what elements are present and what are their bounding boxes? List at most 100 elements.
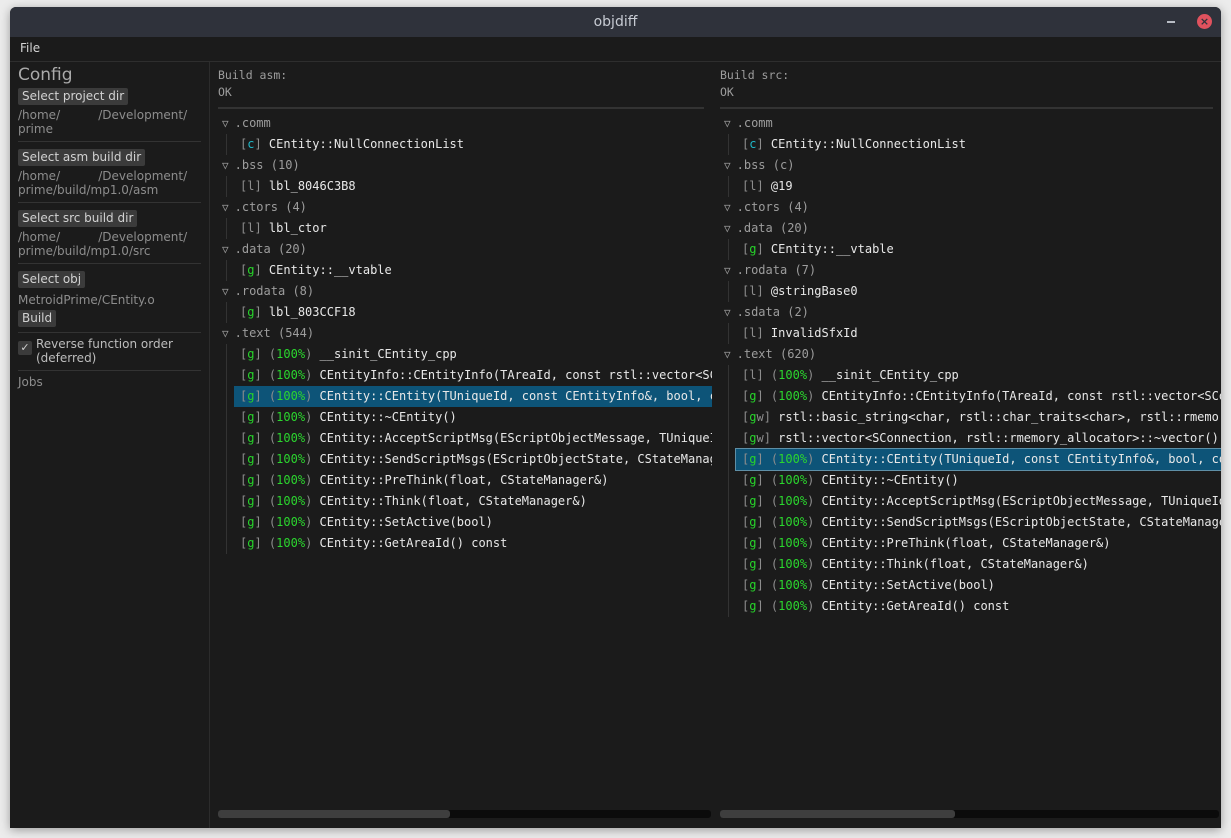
symbol-row[interactable]: [g] (100%) CEntity::AcceptScriptMsg(EScr… [240, 428, 712, 449]
section-header[interactable]: ▽ .text (620) [724, 344, 1221, 365]
symbol-row[interactable]: [g] (100%) CEntity::PreThink(float, CSta… [742, 533, 1221, 554]
config-sidebar: Config Select project dir /home/ /Develo… [10, 62, 210, 828]
section-header[interactable]: ▽ .bss (10) [222, 155, 712, 176]
section-header[interactable]: ▽ .ctors (4) [724, 197, 1221, 218]
select-src-build-dir-button[interactable]: Select src build dir [18, 210, 138, 227]
divider [18, 263, 201, 264]
section-items: [l] @19 [728, 176, 1221, 197]
match-percent: (100%) [770, 536, 822, 550]
symbol-row[interactable]: [l] (100%) __sinit_CEntity_cpp [742, 365, 1221, 386]
symbol-row[interactable]: [l] lbl_ctor [240, 218, 712, 239]
flag-bracket: ] [756, 557, 771, 571]
section-count: (4) [285, 200, 307, 214]
section-header[interactable]: ▽ .data (20) [222, 239, 712, 260]
triangle-down-icon[interactable]: ▽ [724, 117, 731, 130]
symbol-row[interactable]: [g] (100%) CEntity::CEntity(TUniqueId, c… [735, 448, 1221, 471]
triangle-down-icon[interactable]: ▽ [222, 201, 229, 214]
section-header[interactable]: ▽ .comm [222, 113, 712, 134]
section-header[interactable]: ▽ .sdata (2) [724, 302, 1221, 323]
match-percent: (100%) [268, 410, 320, 424]
symbol-row[interactable]: [l] lbl_8046C3B8 [240, 176, 712, 197]
close-icon[interactable]: × [1197, 14, 1212, 29]
symbol-row[interactable]: [g] (100%) CEntity::SendScriptMsgs(EScri… [742, 512, 1221, 533]
symbol-row[interactable]: [g] (100%) CEntity::SetActive(bool) [240, 512, 712, 533]
triangle-down-icon[interactable]: ▽ [724, 201, 731, 214]
symbol-row[interactable]: [g] (100%) CEntity::~CEntity() [240, 407, 712, 428]
section-name: .data [234, 242, 271, 256]
section-header[interactable]: ▽ .data (20) [724, 218, 1221, 239]
symbol-name: CEntityInfo::CEntityInfo(TAreaId, const … [319, 368, 712, 382]
symbol-name: CEntity::PreThink(float, CStateManager&) [821, 536, 1111, 550]
select-asm-build-dir-button[interactable]: Select asm build dir [18, 149, 146, 166]
symbol-row[interactable]: [g] (100%) CEntity::GetAreaId() const [742, 596, 1221, 617]
symbol-row[interactable]: [g] (100%) CEntity::Think(float, CStateM… [240, 491, 712, 512]
section-header[interactable]: ▽ .comm [724, 113, 1221, 134]
section-header[interactable]: ▽ .bss (c) [724, 155, 1221, 176]
checkmark-icon[interactable]: ✓ [18, 341, 32, 355]
symbol-row[interactable]: [l] @stringBase0 [742, 281, 1221, 302]
select-project-dir-button[interactable]: Select project dir [18, 88, 129, 105]
section-items: [l] lbl_8046C3B8 [226, 176, 712, 197]
section-header[interactable]: ▽ .text (544) [222, 323, 712, 344]
build-button[interactable]: Build [18, 310, 57, 327]
match-percent-value: 100% [778, 578, 808, 592]
symbol-name: CEntity::SendScriptMsgs(EScriptObjectSta… [821, 515, 1221, 529]
section-count: (2) [787, 305, 809, 319]
triangle-down-icon[interactable]: ▽ [222, 117, 229, 130]
symbol-row[interactable]: [g] (100%) CEntity::~CEntity() [742, 470, 1221, 491]
symbol-row[interactable]: [l] @19 [742, 176, 1221, 197]
match-percent-value: 100% [276, 389, 306, 403]
triangle-down-icon[interactable]: ▽ [724, 306, 731, 319]
symbol-row[interactable]: [g] (100%) CEntity::CEntity(TUniqueId, c… [234, 386, 712, 407]
reverse-function-order-toggle[interactable]: ✓ Reverse function order (deferred) [18, 337, 201, 365]
symbol-row[interactable]: [g] (100%) CEntity::SendScriptMsgs(EScri… [240, 449, 712, 470]
flag-bracket: ] [756, 494, 771, 508]
section-header[interactable]: ▽ .rodata (7) [724, 260, 1221, 281]
symbol-row[interactable]: [g] CEntity::__vtable [240, 260, 712, 281]
section-name: .text [736, 347, 773, 361]
scroll-thumb[interactable] [218, 810, 450, 818]
section-count: (10) [270, 158, 300, 172]
match-percent: (100%) [268, 452, 320, 466]
section-header[interactable]: ▽ .rodata (8) [222, 281, 712, 302]
symbol-name: CEntity::~CEntity() [319, 410, 457, 424]
symbol-row[interactable]: [g] (100%) CEntityInfo::CEntityInfo(TAre… [240, 365, 712, 386]
match-percent: (100%) [268, 389, 320, 403]
symbol-row[interactable]: [c] CEntity::NullConnectionList [240, 134, 712, 155]
symbol-row[interactable]: [gw] rstl::basic_string<char, rstl::char… [742, 407, 1221, 428]
select-obj-button[interactable]: Select obj [18, 271, 86, 288]
symbol-flag: gw [749, 410, 764, 424]
symbol-row[interactable]: [g] (100%) CEntityInfo::CEntityInfo(TAre… [742, 386, 1221, 407]
symbol-row[interactable]: [g] (100%) CEntity::SetActive(bool) [742, 575, 1221, 596]
scroll-thumb[interactable] [720, 810, 955, 818]
symbol-row[interactable]: [g] (100%) __sinit_CEntity_cpp [240, 344, 712, 365]
symbol-row[interactable]: [g] lbl_803CCF18 [240, 302, 712, 323]
symbol-row[interactable]: [l] InvalidSfxId [742, 323, 1221, 344]
title-bar[interactable]: objdiff × [10, 7, 1221, 37]
menu-file[interactable]: File [20, 39, 40, 57]
flag-bracket: ] [254, 179, 269, 193]
triangle-down-icon[interactable]: ▽ [222, 285, 229, 298]
triangle-down-icon[interactable]: ▽ [724, 264, 731, 277]
triangle-down-icon[interactable]: ▽ [724, 159, 731, 172]
triangle-down-icon[interactable]: ▽ [724, 222, 731, 235]
triangle-down-icon[interactable]: ▽ [222, 327, 229, 340]
triangle-down-icon[interactable]: ▽ [222, 243, 229, 256]
symbol-name: CEntity::~CEntity() [821, 473, 959, 487]
symbol-row[interactable]: [gw] rstl::vector<SConnection, rstl::rme… [742, 428, 1221, 449]
symbol-row[interactable]: [g] CEntity::__vtable [742, 239, 1221, 260]
symbol-row[interactable]: [g] (100%) CEntity::GetAreaId() const [240, 533, 712, 554]
symbol-row[interactable]: [g] (100%) CEntity::AcceptScriptMsg(EScr… [742, 491, 1221, 512]
minimize-icon[interactable] [1165, 14, 1179, 28]
src-horizontal-scrollbar[interactable] [720, 810, 1219, 818]
section-count: (8) [292, 284, 315, 298]
flag-bracket: ] [254, 263, 269, 277]
section-count: (544) [277, 326, 315, 340]
triangle-down-icon[interactable]: ▽ [222, 159, 229, 172]
symbol-row[interactable]: [g] (100%) CEntity::PreThink(float, CSta… [240, 470, 712, 491]
triangle-down-icon[interactable]: ▽ [724, 348, 731, 361]
symbol-row[interactable]: [c] CEntity::NullConnectionList [742, 134, 1221, 155]
section-header[interactable]: ▽ .ctors (4) [222, 197, 712, 218]
symbol-row[interactable]: [g] (100%) CEntity::Think(float, CStateM… [742, 554, 1221, 575]
asm-horizontal-scrollbar[interactable] [218, 810, 711, 818]
